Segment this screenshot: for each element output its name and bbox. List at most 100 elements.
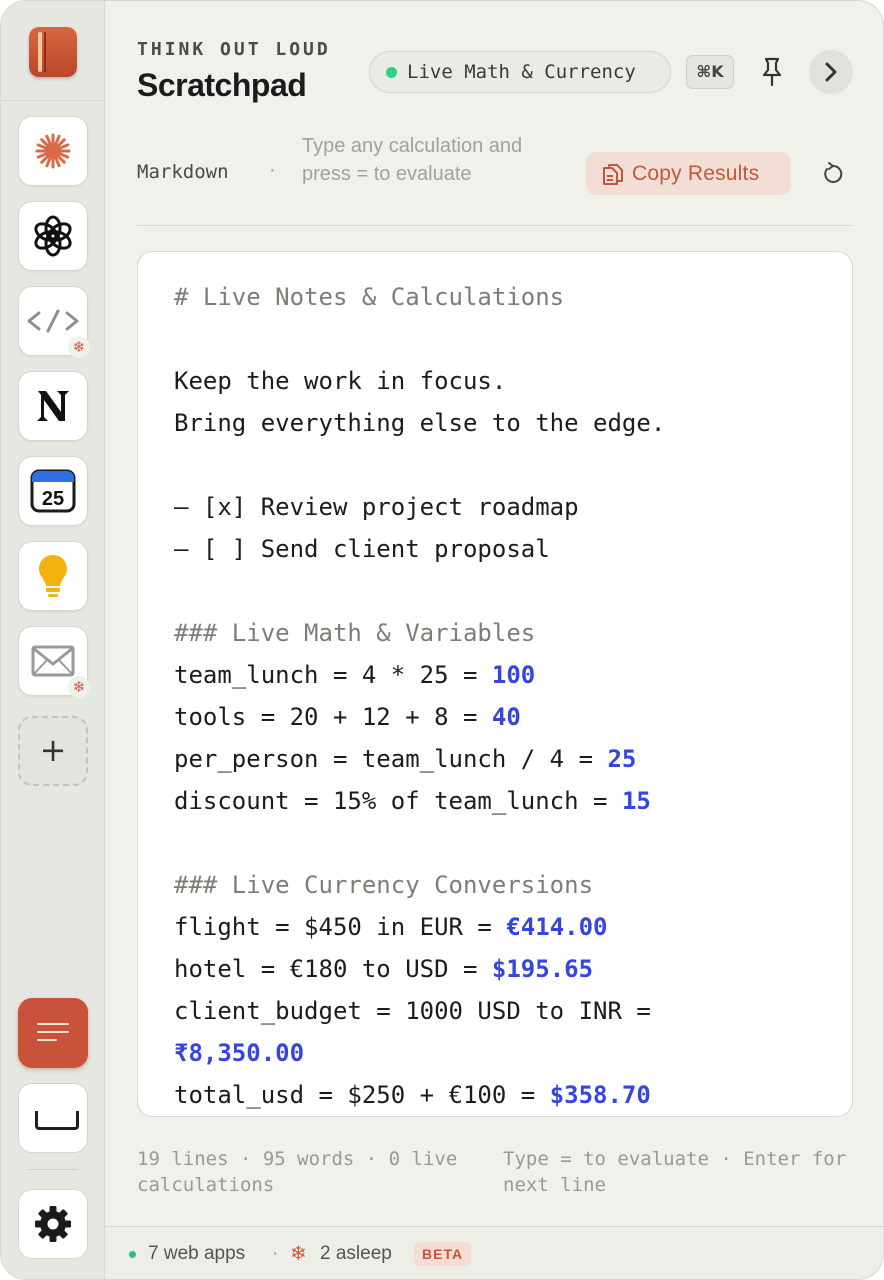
calc-result: $358.70 (549, 1081, 651, 1109)
mail-icon (31, 645, 75, 677)
editor-line[interactable]: # Live Notes & Calculations (174, 276, 832, 318)
asleep-snowflake-icon: ❄ (68, 676, 90, 698)
calendar-icon: 25 (30, 469, 76, 513)
calc-result: 25 (607, 745, 637, 773)
editor-line[interactable]: flight = $450 in EUR = €414.00 (174, 906, 832, 948)
editor-line-text: # Live Notes & Calculations (174, 283, 565, 311)
page-eyebrow: THINK OUT LOUD (137, 39, 331, 60)
footer-separator: · (272, 1243, 279, 1264)
copy-icon (603, 163, 623, 185)
editor-line[interactable]: discount = 15% of team_lunch = 15 (174, 780, 832, 822)
mode-selector[interactable]: Live Math & Currency (369, 51, 671, 93)
editor-line-text: Bring everything else to the edge. (174, 409, 666, 437)
sidebar-app-ideas[interactable] (18, 541, 88, 611)
sidebar-app-mail[interactable]: ❄ (18, 626, 90, 698)
asleep-count: 2 asleep (320, 1243, 392, 1264)
editor-line[interactable]: Bring everything else to the edge. (174, 402, 832, 444)
openai-icon (34, 215, 72, 257)
tray-button[interactable] (18, 1083, 88, 1153)
sidebar-app-chatgpt[interactable] (18, 201, 88, 271)
format-selector[interactable]: Markdown (137, 161, 229, 183)
editor-line-text: – [ ] Send client proposal (174, 535, 550, 563)
calendar-day: 25 (42, 488, 64, 510)
editor-line-text: ### Live Math & Variables (174, 619, 536, 647)
editor-content[interactable]: # Live Notes & Calculations Keep the work… (174, 276, 832, 1116)
live-status-dot (386, 66, 397, 78)
editor[interactable]: # Live Notes & Calculations Keep the work… (137, 251, 853, 1117)
pin-button[interactable] (755, 55, 789, 89)
command-shortcut-badge[interactable]: ⌘K (686, 55, 734, 89)
editor-line[interactable]: ₹8,350.00 (174, 1032, 832, 1074)
settings-button[interactable] (18, 1189, 88, 1259)
editor-line[interactable] (174, 318, 832, 360)
calc-result: ₹8,350.00 (174, 1039, 305, 1067)
calc-result: 15 (621, 787, 651, 815)
editor-line[interactable]: ### Live Currency Conversions (174, 864, 832, 906)
editor-line[interactable]: total_usd = $250 + €100 = $358.70 (174, 1074, 832, 1116)
toolbar-separator: · (269, 159, 276, 181)
editor-hints: Type = to evaluate · Enter for next line (503, 1148, 847, 1196)
editor-line-text: ### Live Currency Conversions (174, 871, 594, 899)
plus-icon: + (39, 731, 67, 769)
editor-line-text: per_person = team_lunch / 4 = (174, 745, 608, 773)
editor-line[interactable]: ### Live Math & Variables (174, 612, 832, 654)
claude-icon (35, 133, 71, 169)
app-logo (29, 27, 77, 77)
page-title: Scratchpad (137, 67, 307, 103)
sidebar-app-claude[interactable] (18, 116, 88, 186)
editor-line-text: team_lunch = 4 * 25 = (174, 661, 492, 689)
editor-line-text: total_usd = $250 + €100 = (174, 1081, 550, 1109)
sidebar-app-dev-tools[interactable]: ❄ (18, 286, 90, 358)
notes-icon-line (37, 1039, 57, 1041)
editor-line[interactable] (174, 822, 832, 864)
apps-status-dot (129, 1251, 136, 1258)
reset-button[interactable] (820, 161, 846, 187)
notes-icon-line (37, 1023, 69, 1025)
copy-results-button[interactable]: Copy Results (586, 152, 791, 195)
pin-icon (762, 57, 782, 87)
editor-line[interactable]: hotel = €180 to USD = $195.65 (174, 948, 832, 990)
editor-line-text: discount = 15% of team_lunch = (174, 787, 622, 815)
editor-line[interactable]: – [ ] Send client proposal (174, 528, 832, 570)
copy-results-label: Copy Results (632, 161, 760, 185)
editor-line-text: client_budget = 1000 USD to INR = (174, 997, 651, 1025)
gear-icon (35, 1206, 71, 1242)
footer-bar: 7 web apps · ❄ 2 asleep BETA (105, 1226, 883, 1279)
editor-line-text: Keep the work in focus. (174, 367, 507, 395)
editor-line[interactable]: – [x] Review project roadmap (174, 486, 832, 528)
web-apps-count: 7 web apps (148, 1243, 246, 1264)
calc-result: €414.00 (506, 913, 608, 941)
add-app-button[interactable]: + (18, 716, 88, 786)
editor-line[interactable]: team_lunch = 4 * 25 = 100 (174, 654, 832, 696)
sidebar-app-notion[interactable] (18, 371, 88, 441)
snowflake-icon: ❄ (290, 1241, 307, 1265)
calc-result: 40 (491, 703, 521, 731)
logo-area (1, 1, 105, 101)
editor-line[interactable] (174, 570, 832, 612)
editor-line[interactable]: per_person = team_lunch / 4 = 25 (174, 738, 832, 780)
app-window: ❄ 25 ❄ + THINK OUT LOUD Scratchpad Live … (0, 0, 884, 1280)
scratchpad-button[interactable] (18, 998, 88, 1068)
lightbulb-icon (39, 555, 67, 597)
beta-badge: BETA (414, 1242, 472, 1266)
notes-icon-line (37, 1031, 69, 1033)
chevron-right-icon (825, 62, 837, 82)
collapse-panel-button[interactable] (809, 50, 853, 94)
document-stats: 19 lines · 95 words · 0 live calculation… (137, 1148, 458, 1196)
editor-line-text: – [x] Review project roadmap (174, 493, 579, 521)
sidebar-divider (28, 1169, 78, 1170)
notion-icon (37, 391, 69, 421)
editor-line[interactable] (174, 444, 832, 486)
sidebar-app-calendar[interactable]: 25 (18, 456, 88, 526)
editor-line-text: tools = 20 + 12 + 8 = (174, 703, 492, 731)
calc-result: $195.65 (491, 955, 594, 983)
calc-result: 100 (491, 661, 536, 689)
editor-line-text: flight = $450 in EUR = (174, 913, 507, 941)
reset-icon (824, 162, 843, 183)
mode-label: Live Math & Currency (407, 61, 636, 83)
editor-line[interactable]: client_budget = 1000 USD to INR = (174, 990, 832, 1032)
code-icon (27, 309, 79, 333)
editor-line[interactable]: tools = 20 + 12 + 8 = 40 (174, 696, 832, 738)
editor-line[interactable]: Keep the work in focus. (174, 360, 832, 402)
toolbar-divider (137, 225, 853, 226)
